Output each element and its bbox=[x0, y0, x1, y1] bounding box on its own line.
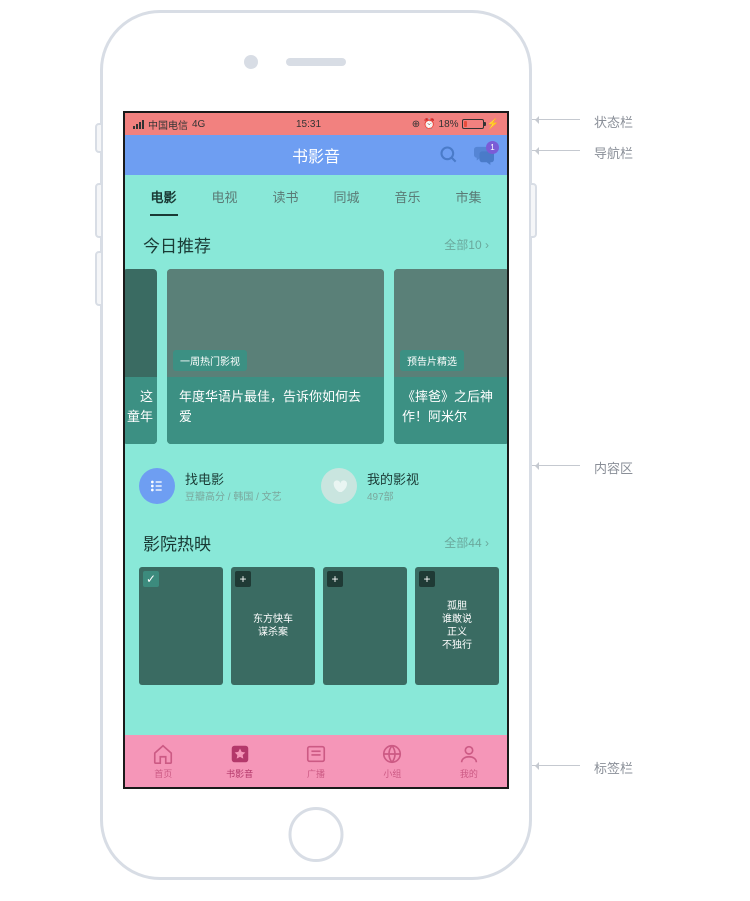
add-icon[interactable]: + bbox=[327, 571, 343, 587]
section-title: 今日推荐 bbox=[143, 232, 211, 257]
tab-label: 首页 bbox=[154, 767, 172, 780]
category-tab[interactable]: 市集 bbox=[438, 187, 499, 216]
section-title: 影院热映 bbox=[143, 530, 211, 555]
poster-label: 孤胆 谁敢说 正义 不独行 bbox=[442, 600, 472, 652]
network-label: 4G bbox=[192, 119, 205, 130]
card-title: 年度华语片最佳，告诉你如何去爱 bbox=[167, 377, 384, 444]
poster-label: 东方快车 谋杀案 bbox=[253, 613, 293, 639]
tab-item[interactable]: 书影音 bbox=[201, 743, 277, 780]
annotation-content-area: 内容区 bbox=[594, 458, 633, 477]
add-icon[interactable]: + bbox=[419, 571, 435, 587]
tab-item[interactable]: 小组 bbox=[354, 743, 430, 780]
today-recommendation-header: 今日推荐 全部10 bbox=[125, 216, 507, 269]
globe-icon bbox=[381, 743, 403, 765]
screen: 中国电信 4G 15:31 ⊕ ⏰ 18% ⚡ 书影音 1 bbox=[123, 111, 509, 789]
nav-bar: 书影音 1 bbox=[125, 135, 507, 175]
recommendation-card[interactable]: 一周热门影视 年度华语片最佳，告诉你如何去爱 bbox=[167, 269, 384, 444]
notification-badge: 1 bbox=[486, 141, 499, 154]
star-icon bbox=[229, 743, 251, 765]
tab-label: 书影音 bbox=[226, 767, 253, 780]
annotation-arrow bbox=[532, 150, 580, 151]
my-media-link[interactable]: 我的影视 497部 bbox=[321, 468, 493, 504]
chat-button[interactable]: 1 bbox=[473, 145, 495, 165]
tab-item[interactable]: 广播 bbox=[278, 743, 354, 780]
battery-icon bbox=[462, 119, 484, 129]
quick-links: 找电影 豆瓣高分 / 韩国 / 文艺 我的影视 497部 bbox=[139, 468, 493, 504]
quick-link-subtitle: 497部 bbox=[367, 488, 419, 503]
battery-pct: 18% bbox=[439, 119, 459, 130]
tab-item[interactable]: 我的 bbox=[431, 743, 507, 780]
speaker-grill bbox=[286, 58, 346, 66]
recommendation-card[interactable]: 预告片精选 《摔爸》之后神作！阿米尔 bbox=[394, 269, 507, 444]
alarm-icon: ⏰ bbox=[423, 119, 435, 130]
broadcast-icon bbox=[305, 743, 327, 765]
annotation-arrow bbox=[532, 465, 580, 466]
movie-poster[interactable]: + 孤胆 谁敢说 正义 不独行 bbox=[415, 567, 499, 685]
category-tab[interactable]: 音乐 bbox=[377, 187, 438, 216]
home-icon bbox=[152, 743, 174, 765]
card-tag: 一周热门影视 bbox=[173, 350, 247, 371]
annotation-status-bar: 状态栏 bbox=[594, 112, 633, 131]
tab-label: 小组 bbox=[383, 767, 401, 780]
add-icon[interactable]: + bbox=[235, 571, 251, 587]
home-button[interactable] bbox=[289, 807, 344, 862]
tab-item[interactable]: 首页 bbox=[125, 743, 201, 780]
card-image: 预告片精选 bbox=[394, 269, 507, 377]
tab-bar: 首页 书影音 广播 小组 我的 bbox=[125, 735, 507, 787]
front-camera bbox=[244, 55, 258, 69]
annotation-arrow bbox=[532, 119, 580, 120]
card-image: 一周热门影视 bbox=[167, 269, 384, 377]
card-tag: 预告片精选 bbox=[400, 350, 464, 371]
category-tabs: 电影电视读书同城音乐市集 bbox=[125, 175, 507, 216]
carrier-label: 中国电信 bbox=[148, 117, 188, 132]
heart-icon bbox=[321, 468, 357, 504]
annotation-nav-bar: 导航栏 bbox=[594, 143, 633, 162]
annotation-arrow bbox=[532, 765, 580, 766]
section-more-link[interactable]: 全部10 bbox=[444, 236, 489, 253]
card-title: 《摔爸》之后神作！阿米尔 bbox=[394, 377, 507, 444]
signal-icon bbox=[133, 120, 144, 129]
search-button[interactable] bbox=[439, 145, 459, 165]
silence-switch bbox=[95, 123, 103, 153]
movie-poster[interactable]: + bbox=[323, 567, 407, 685]
category-tab[interactable]: 电影 bbox=[133, 187, 194, 216]
card-title: 这 童年 bbox=[125, 377, 157, 444]
list-icon bbox=[139, 468, 175, 504]
status-bar: 中国电信 4G 15:31 ⊕ ⏰ 18% ⚡ bbox=[125, 113, 507, 135]
lock-rotation-icon: ⊕ bbox=[412, 119, 420, 130]
quick-link-title: 找电影 bbox=[185, 469, 282, 488]
search-icon bbox=[439, 145, 459, 165]
section-more-link[interactable]: 全部44 bbox=[444, 534, 489, 551]
cinema-posters[interactable]: ✓ + 东方快车 谋杀案 + + 孤胆 谁敢说 正义 不独行 bbox=[125, 567, 507, 685]
card-peek-left[interactable]: 这 童年 bbox=[125, 269, 157, 444]
movie-poster[interactable]: + 东方快车 谋杀案 bbox=[231, 567, 315, 685]
clock: 15:31 bbox=[296, 119, 321, 130]
volume-up-button bbox=[95, 183, 103, 238]
annotation-tab-bar: 标签栏 bbox=[594, 758, 633, 777]
category-tab[interactable]: 同城 bbox=[316, 187, 377, 216]
power-button bbox=[529, 183, 537, 238]
tab-label: 我的 bbox=[460, 767, 478, 780]
cinema-header: 影院热映 全部44 bbox=[125, 514, 507, 567]
charging-icon: ⚡ bbox=[487, 119, 499, 130]
category-tab[interactable]: 读书 bbox=[255, 187, 316, 216]
content-area: 电影电视读书同城音乐市集 今日推荐 全部10 这 童年 一周热门影视 年度华语片… bbox=[125, 175, 507, 735]
tab-label: 广播 bbox=[307, 767, 325, 780]
movie-poster[interactable]: ✓ bbox=[139, 567, 223, 685]
find-movie-link[interactable]: 找电影 豆瓣高分 / 韩国 / 文艺 bbox=[139, 468, 311, 504]
profile-icon bbox=[458, 743, 480, 765]
page-title: 书影音 bbox=[292, 143, 340, 167]
check-icon[interactable]: ✓ bbox=[143, 571, 159, 587]
quick-link-title: 我的影视 bbox=[367, 469, 419, 488]
volume-down-button bbox=[95, 251, 103, 306]
quick-link-subtitle: 豆瓣高分 / 韩国 / 文艺 bbox=[185, 488, 282, 503]
phone-frame: 中国电信 4G 15:31 ⊕ ⏰ 18% ⚡ 书影音 1 bbox=[100, 10, 532, 880]
recommendation-cards[interactable]: 这 童年 一周热门影视 年度华语片最佳，告诉你如何去爱 预告片精选 《摔爸》之后… bbox=[125, 269, 507, 444]
category-tab[interactable]: 电视 bbox=[194, 187, 255, 216]
